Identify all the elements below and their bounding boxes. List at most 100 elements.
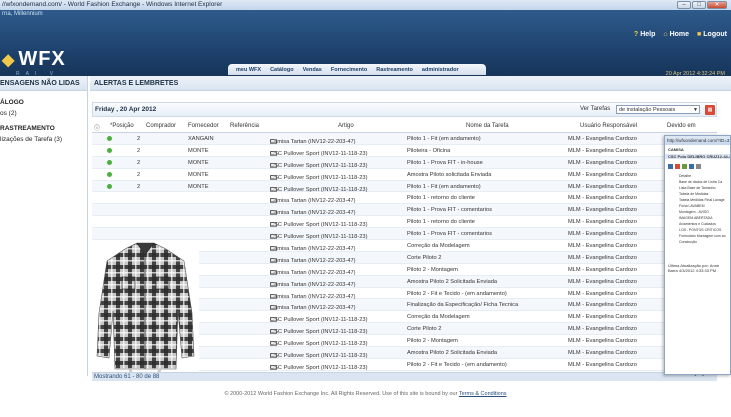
popup-label: CAMISA [668, 147, 684, 152]
nav-vendas[interactable]: Vendas [303, 67, 322, 73]
col-referencia[interactable]: Referência [230, 123, 259, 129]
window-controls: – □ ✕ [677, 1, 727, 9]
popup-highlight: CSC Polo DELIBRO CRUZ12-44-425-001 [665, 154, 730, 159]
logout-link[interactable]: ■ Logout [697, 31, 727, 38]
cell-usuario: MLM - Evangelina Cardozo [568, 136, 637, 142]
window-title: //wfxondemand.com/ - World Fashion Excha… [2, 1, 223, 8]
save-icon[interactable] [689, 164, 694, 169]
cell-usuario: MLM - Evangelina Cardozo [568, 266, 637, 273]
cell-fornecedor: XANGAIN [188, 136, 214, 142]
terms-link[interactable]: Terms & Conditions [459, 391, 507, 397]
cell-usuario: MLM - Evangelina Cardozo [568, 147, 637, 154]
sidebar-item-catalogo[interactable]: os (2) [0, 110, 87, 117]
view-tasks-select[interactable]: de instalação Pessoais [616, 105, 700, 114]
cell-nome-tarefa: Piloto 2 - Fit e Tecido - (em andamento) [407, 361, 507, 368]
cell-usuario: MLM - Evangelina Cardozo [568, 183, 637, 190]
sidebar-section-rastreamento: RASTREAMENTO [0, 125, 55, 132]
cell-usuario: MLM - Evangelina Cardozo [568, 326, 637, 333]
cell-usuario: MLM - Evangelina Cardozo [568, 302, 637, 309]
delete-icon[interactable] [675, 164, 680, 169]
cell-nome-tarefa: Piloto 1 - Prova FIT - in-house [407, 159, 483, 166]
current-date: Friday , 20 Apr 2012 [95, 106, 157, 113]
cell-fornecedor: MONTE [188, 183, 209, 190]
home-link[interactable]: ⌂ Home [663, 31, 689, 38]
nav-meu-wfx[interactable]: meu WFX [236, 67, 261, 73]
sidebar-section-catalogo: ÁLOGO [0, 99, 24, 106]
cell-nome-tarefa: Amostra Piloto 2 Solicitada Enviada [407, 350, 498, 357]
main-nav: meu WFX Catálogo Vendas Fornecimento Ras… [228, 64, 486, 75]
cell-fornecedor: MONTE [188, 171, 209, 178]
cell-nome-tarefa: Corte Piloto 2 [407, 254, 442, 261]
cell-nome-tarefa: Piloto 2 - Fit e Tecido - (em andamento) [407, 290, 507, 297]
cell-nome-tarefa: Piloto 1 - Fit (em andamento) [407, 183, 481, 190]
folder-icon[interactable] [668, 164, 673, 169]
cell-usuario: MLM - Evangelina Cardozo [568, 219, 637, 226]
col-posicao[interactable]: *Posição [110, 123, 134, 129]
cell-usuario: MLM - Evangelina Cardozo [568, 290, 637, 297]
col-fornecedor[interactable]: Fornecedor [188, 123, 219, 129]
user-line: rna, Millennium [2, 11, 43, 17]
table-row[interactable]: 2 XANGAIN Camisa Tartan (INV12-22-203-47) P… [92, 133, 717, 145]
popup-toolbar [665, 164, 730, 169]
nav-fornecimento[interactable]: Fornecimento [331, 67, 367, 73]
cell-usuario: MLM - Evangelina Cardozo [568, 243, 637, 250]
cell-usuario: MLM - Evangelina Cardozo [568, 231, 637, 238]
date-bar: Friday , 20 Apr 2012 Ver Tarefas de inst… [92, 102, 717, 117]
cell-usuario: MLM - Evangelina Cardozo [568, 254, 637, 261]
table-row[interactable]: 2 MONTE CSC Pullover Sport (INV12-11-118-2… [92, 169, 717, 181]
nav-catalogo[interactable]: Catálogo [270, 67, 294, 73]
col-comprador[interactable]: Comprador [146, 123, 176, 129]
status-dot-icon [107, 136, 112, 141]
tree-item[interactable]: Construção [665, 239, 730, 245]
cell-nome-tarefa: Piloto 1 - retorno do cliente [407, 195, 475, 202]
calendar-icon[interactable]: ▦ [705, 105, 715, 115]
panel-title: ALERTAS E LEMBRETES [90, 76, 731, 91]
add-icon[interactable] [682, 164, 687, 169]
window-titlebar: //wfxondemand.com/ - World Fashion Excha… [0, 0, 731, 10]
cell-nome-tarefa: Piloteira - Oficina [407, 147, 451, 154]
cell-posicao: 2 [137, 183, 141, 190]
view-tasks-label: Ver Tarefas [580, 106, 611, 112]
cell-nome-tarefa: Piloto 1 - retorno do cliente [407, 219, 475, 226]
help-link[interactable]: ? Help [634, 31, 655, 38]
col-usuario[interactable]: Usuário Responsável [580, 123, 637, 129]
col-devido-em[interactable]: Devido em [667, 123, 696, 129]
sidebar-heading: ENSAGENS NÃO LIDAS [0, 76, 87, 91]
table-row[interactable]: Camisa Tartan (INV12-22-203-47) Piloto 1 … [92, 204, 717, 216]
col-nome-tarefa[interactable]: Nome da Tarefa [466, 123, 509, 129]
table-row[interactable]: Camisa Tartan (INV12-22-203-47) Piloto 1 … [92, 192, 717, 204]
alerts-panel: ALERTAS E LEMBRETES Friday , 20 Apr 2012… [90, 76, 731, 386]
sidebar-item-task-updates[interactable]: lizações de Tarefa (3) [0, 136, 87, 143]
table-row[interactable]: 2 MONTE CSC Pullover Sport (INV12-11-118-2… [92, 145, 717, 157]
table-row[interactable]: 2 MONTE CSC Pullover Sport (INV12-11-118-2… [92, 156, 717, 169]
cell-fornecedor: MONTE [188, 147, 209, 154]
print-icon[interactable] [696, 164, 701, 169]
table-row[interactable]: CSC Pullover Sport (INV12-11-118-23) Pilo… [92, 216, 717, 228]
cell-usuario: MLM - Evangelina Cardozo [568, 338, 637, 345]
table-row[interactable]: CSC Pullover Sport (INV12-11-118-23) Pilo… [92, 228, 717, 240]
table-header: ⓘ *Posição Comprador Fornecedor Referênc… [92, 119, 717, 133]
cell-nome-tarefa: Finalização da Especificação/ Ficha Tecn… [407, 302, 519, 309]
cell-nome-tarefa: Amostra Piloto solicitada Enviada [407, 171, 492, 178]
cell-usuario: MLM - Evangelina Cardozo [568, 159, 637, 166]
col-artigo[interactable]: Artigo [338, 123, 354, 129]
home-icon: ⌂ [663, 31, 668, 38]
cell-nome-tarefa: Amostra Piloto 2 Solicitada Enviada [407, 278, 498, 285]
table-row[interactable]: 2 MONTE CSC Pullover Sport (INV12-11-118-2… [92, 180, 717, 193]
app-header: rna, Millennium ? Help ⌂ Home ■ Logout ◆ WFX… [0, 10, 731, 77]
cell-posicao: 2 [137, 159, 141, 166]
logo[interactable]: ◆ WFX [2, 48, 66, 71]
cell-posicao: 2 [137, 136, 141, 142]
cell-nome-tarefa: Piloto 2 - Montagem [407, 266, 458, 273]
product-image [92, 241, 199, 375]
close-button[interactable]: ✕ [707, 1, 727, 9]
maximize-button[interactable]: □ [692, 1, 706, 9]
nav-administrador[interactable]: administrador [422, 67, 459, 73]
logo-swoosh-icon: ◆ [2, 52, 16, 69]
cell-nome-tarefa: Piloto 1 - Fit (em andamento) [407, 136, 481, 142]
cell-usuario: MLM - Evangelina Cardozo [568, 207, 637, 214]
minimize-button[interactable]: – [677, 1, 691, 9]
cell-usuario: MLM - Evangelina Cardozo [568, 361, 637, 368]
nav-rastreamento[interactable]: Rastreamento [376, 67, 413, 73]
cell-nome-tarefa: Correção da Modelagem [407, 243, 470, 250]
